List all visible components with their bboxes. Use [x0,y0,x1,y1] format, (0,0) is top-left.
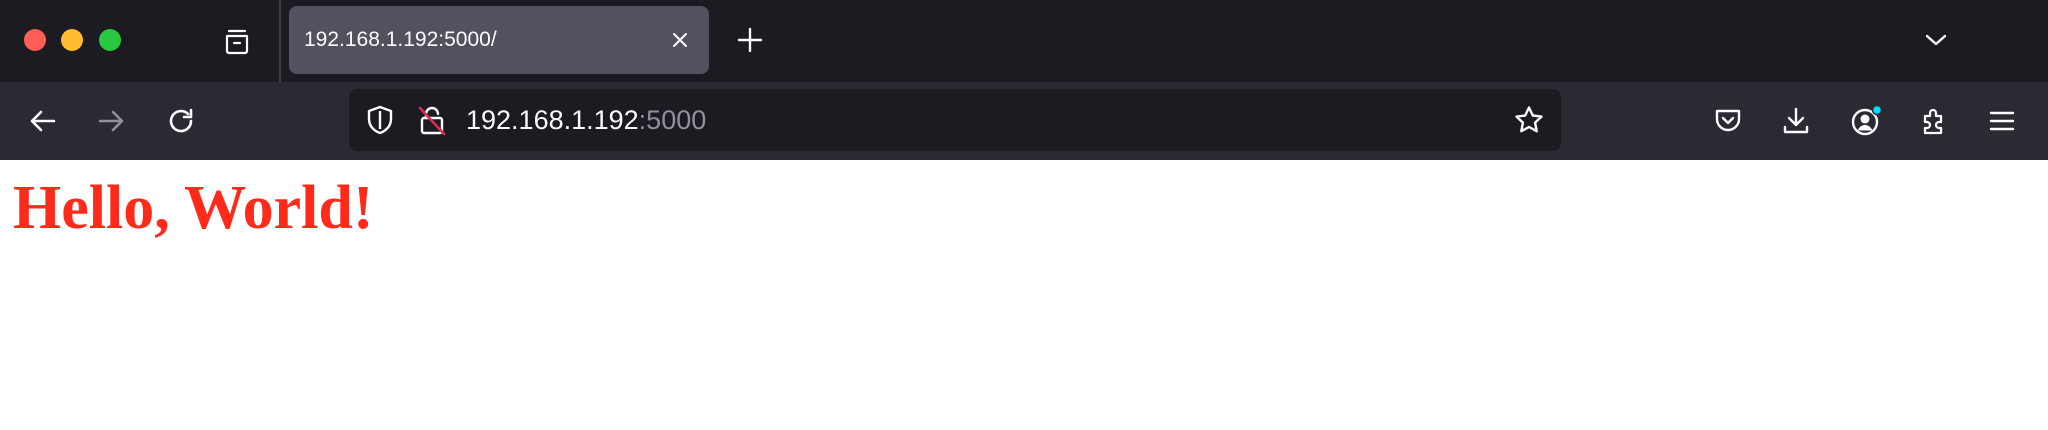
account-button[interactable] [1846,101,1886,141]
reload-button[interactable] [161,101,201,141]
chevron-down-icon [1922,26,1950,54]
firefox-view-button[interactable] [220,24,254,58]
account-icon [1849,104,1883,138]
firefox-view-icon [221,25,253,57]
arrow-right-icon [95,105,127,137]
bookmark-star-button[interactable] [1512,103,1546,137]
url-bar[interactable]: 192.168.1.192:5000 [349,89,1561,151]
url-text[interactable]: 192.168.1.192:5000 [466,103,706,137]
title-bar: 192.168.1.192:5000/ [0,0,2048,82]
back-button[interactable] [23,101,63,141]
page-content: Hello, World! [0,160,2048,430]
new-tab-button[interactable] [732,22,768,58]
page-heading: Hello, World! [13,174,374,242]
pocket-button[interactable] [1708,101,1748,141]
star-icon [1513,104,1545,136]
pocket-icon [1712,105,1744,137]
window-maximize-button[interactable] [99,29,121,51]
navigation-toolbar: 192.168.1.192:5000 [0,82,2048,160]
download-icon [1780,105,1812,137]
url-port: :5000 [638,105,707,135]
tab-active[interactable]: 192.168.1.192:5000/ [289,6,709,74]
tracking-protection-button[interactable] [363,103,397,137]
tab-strip-separator [279,0,281,82]
close-icon [670,30,690,50]
list-all-tabs-button[interactable] [1918,22,1954,58]
insecure-lock-icon [416,104,448,136]
extensions-button[interactable] [1914,101,1954,141]
app-menu-button[interactable] [1982,101,2022,141]
url-host: 192.168.1.192 [466,105,639,135]
window-close-button[interactable] [24,29,46,51]
extensions-icon [1918,105,1950,137]
plus-icon [736,26,764,54]
forward-button[interactable] [91,101,131,141]
site-security-button[interactable] [415,103,449,137]
tab-close-button[interactable] [667,27,693,53]
arrow-left-icon [27,105,59,137]
downloads-button[interactable] [1776,101,1816,141]
hamburger-menu-icon [1987,106,2017,136]
shield-icon [364,104,396,136]
reload-icon [165,105,197,137]
window-minimize-button[interactable] [61,29,83,51]
tab-title: 192.168.1.192:5000/ [304,28,497,51]
